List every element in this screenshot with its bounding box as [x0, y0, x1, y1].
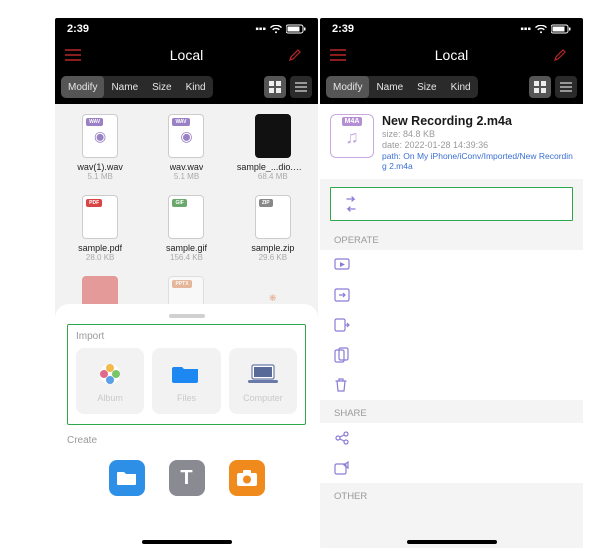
create-folder-button[interactable]	[109, 460, 145, 496]
sort-modify[interactable]: Modify	[61, 76, 104, 98]
folder-icon	[171, 359, 201, 389]
misc-icon: ❋	[269, 293, 277, 304]
file-title: New Recording 2.m4a	[382, 114, 573, 128]
status-bar: 2:39 ▪▪▪	[320, 18, 583, 40]
share-icon	[334, 430, 350, 446]
nav-title: Local	[85, 47, 288, 63]
photos-icon	[95, 359, 125, 389]
nav-bar: Local	[55, 40, 318, 70]
file-grid: WAV◉ wav(1).wav 5.1 MB WAV◉ wav.wav 5.1 …	[55, 104, 318, 324]
play-icon: ◉	[180, 128, 192, 145]
file-date: date: 2022-01-28 14:39:36	[382, 140, 573, 150]
move-icon	[334, 318, 350, 332]
music-note-icon: ♫	[345, 126, 359, 148]
file-item[interactable]: WAV◉ wav.wav 5.1 MB	[145, 114, 227, 181]
status-time: 2:39	[67, 23, 89, 35]
wifi-icon	[270, 25, 282, 34]
import-computer-button[interactable]: Computer	[229, 348, 297, 414]
filter-bar: Modify Name Size Kind	[55, 70, 318, 104]
home-indicator[interactable]	[407, 540, 497, 544]
home-indicator[interactable]	[142, 540, 232, 544]
other-label: OTHER	[320, 483, 583, 506]
file-item[interactable]: sample_...dio.mov 68.4 MB	[232, 114, 314, 181]
file-detail-card: M4A ♫ New Recording 2.m4a size: 84.8 KB …	[320, 104, 583, 179]
sort-name[interactable]: Name	[369, 76, 410, 98]
text-icon: T	[180, 467, 192, 490]
status-time: 2:39	[332, 23, 354, 35]
file-item[interactable]: ZIP sample.zip 29.6 KB	[232, 195, 314, 262]
create-label: Create	[67, 435, 306, 446]
menu-icon[interactable]	[330, 49, 350, 61]
video-thumb	[255, 114, 291, 158]
file-path: path: On My iPhone/iConv/Imported/New Re…	[382, 151, 573, 171]
battery-icon	[286, 24, 306, 34]
detail-body: M4A ♫ New Recording 2.m4a size: 84.8 KB …	[320, 104, 583, 548]
operate-copy-row[interactable]	[320, 340, 583, 370]
status-indicators: ▪▪▪	[255, 24, 306, 35]
menu-icon[interactable]	[65, 49, 85, 61]
file-item[interactable]: PDF sample.pdf 28.0 KB	[59, 195, 141, 262]
view-list-icon[interactable]	[290, 76, 312, 98]
play-icon: ◉	[94, 128, 106, 145]
battery-icon	[551, 24, 571, 34]
operate-label: OPERATE	[320, 227, 583, 250]
share-action-row[interactable]	[320, 423, 583, 453]
filter-bar: Modify Name Size Kind	[320, 70, 583, 104]
sort-size[interactable]: Size	[410, 76, 443, 98]
view-grid-icon[interactable]	[529, 76, 551, 98]
wifi-icon	[535, 25, 547, 34]
status-indicators: ▪▪▪	[520, 24, 571, 35]
phone-right: 2:39 ▪▪▪ Local Modify Nam	[320, 18, 583, 548]
phone-left: 2:39 ▪▪▪ Local Modify Nam	[55, 18, 318, 548]
operate-open-row[interactable]	[320, 280, 583, 310]
share-label: SHARE	[320, 400, 583, 423]
edit-icon[interactable]	[288, 48, 308, 62]
convert-icon	[343, 196, 359, 212]
nav-bar: Local	[320, 40, 583, 70]
file-item[interactable]: WAV◉ wav(1).wav 5.1 MB	[59, 114, 141, 181]
export-icon	[334, 461, 350, 475]
signal-icon: ▪▪▪	[520, 24, 531, 35]
sort-segmented: Modify Name Size Kind	[61, 76, 213, 98]
create-camera-button[interactable]	[229, 460, 265, 496]
open-in-icon	[334, 288, 350, 302]
import-label: Import	[76, 331, 297, 342]
create-row: T	[67, 452, 306, 496]
operate-play-row[interactable]	[320, 250, 583, 280]
laptop-icon	[248, 359, 278, 389]
sort-kind[interactable]: Kind	[444, 76, 478, 98]
file-size: size: 84.8 KB	[382, 129, 573, 139]
file-item[interactable]: GIF sample.gif 156.4 KB	[145, 195, 227, 262]
sort-modify[interactable]: Modify	[326, 76, 369, 98]
signal-icon: ▪▪▪	[255, 24, 266, 35]
sort-kind[interactable]: Kind	[179, 76, 213, 98]
operate-list	[320, 250, 583, 400]
m4a-file-icon: M4A ♫	[330, 114, 374, 158]
operate-delete-row[interactable]	[320, 370, 583, 400]
share-list	[320, 423, 583, 483]
import-album-button[interactable]: Album	[76, 348, 144, 414]
sort-name[interactable]: Name	[104, 76, 145, 98]
sort-segmented: Modify Name Size Kind	[326, 76, 478, 98]
nav-title: Local	[350, 47, 553, 63]
share-export-row[interactable]	[320, 453, 583, 483]
sort-size[interactable]: Size	[145, 76, 178, 98]
trash-icon	[334, 377, 348, 393]
sheet-handle[interactable]	[169, 314, 205, 318]
create-text-button[interactable]: T	[169, 460, 205, 496]
view-grid-icon[interactable]	[264, 76, 286, 98]
view-list-icon[interactable]	[555, 76, 577, 98]
action-sheet: Import Album Files	[55, 304, 318, 548]
play-outline-icon	[334, 258, 350, 272]
copy-icon	[334, 347, 350, 363]
import-files-button[interactable]: Files	[152, 348, 220, 414]
status-bar: 2:39 ▪▪▪	[55, 18, 318, 40]
operate-move-row[interactable]	[320, 310, 583, 340]
convert-action-row[interactable]	[330, 187, 573, 221]
import-section: Import Album Files	[67, 324, 306, 425]
edit-icon[interactable]	[553, 48, 573, 62]
